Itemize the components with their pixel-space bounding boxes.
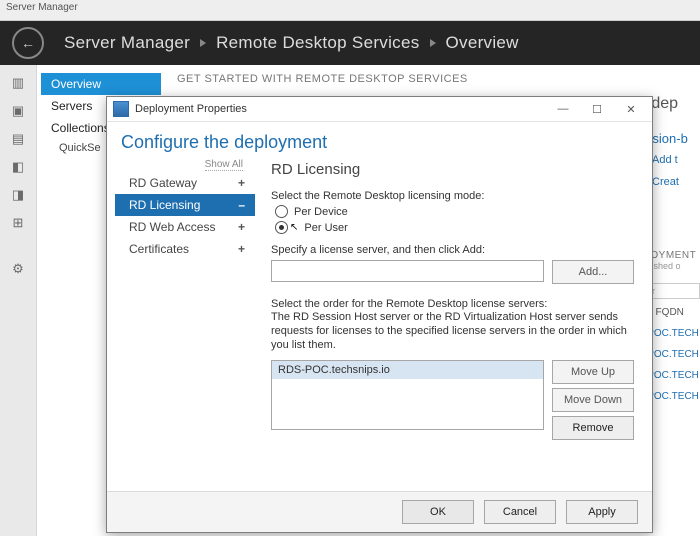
apply-button[interactable]: Apply — [566, 500, 638, 524]
settings-icon[interactable]: ⚙ — [12, 261, 24, 277]
window-titlebar: Server Manager — [0, 0, 700, 21]
dialog-icon — [113, 101, 129, 117]
order-label: Select the order for the Remote Desktop … — [271, 298, 634, 310]
license-server-list[interactable]: RDS-POC.techsnips.io — [271, 360, 544, 430]
sidebar-item-rd-licensing[interactable]: RD Licensing– — [115, 194, 255, 216]
remove-button[interactable]: Remove — [552, 416, 634, 440]
move-down-button[interactable]: Move Down — [552, 388, 634, 412]
license-server-input[interactable] — [271, 260, 544, 282]
breadcrumb[interactable]: Server ManagerRemote Desktop ServicesOve… — [64, 33, 519, 53]
back-button[interactable]: ← — [12, 27, 44, 59]
radio-icon — [275, 221, 288, 234]
cancel-button[interactable]: Cancel — [484, 500, 556, 524]
dashboard-icon[interactable]: ▥ — [12, 75, 24, 91]
radio-per-device[interactable]: Per Device — [275, 205, 634, 218]
licensing-mode-label: Select the Remote Desktop licensing mode… — [271, 190, 634, 202]
maximize-button[interactable]: ☐ — [580, 99, 614, 119]
expand-icon: + — [238, 176, 245, 190]
all-servers-icon[interactable]: ▤ — [12, 131, 24, 147]
role-icon[interactable]: ◧ — [12, 159, 24, 175]
local-server-icon[interactable]: ▣ — [12, 103, 24, 119]
dialog-title: Deployment Properties — [135, 103, 546, 115]
section-title: RD Licensing — [271, 161, 634, 178]
get-started-heading: GET STARTED WITH REMOTE DESKTOP SERVICES — [177, 73, 618, 85]
sidebar-item-rd-gateway[interactable]: RD Gateway+ — [115, 172, 255, 194]
move-up-button[interactable]: Move Up — [552, 360, 634, 384]
expand-icon: + — [238, 242, 245, 256]
dialog-titlebar[interactable]: Deployment Properties — ☐ ✕ — [107, 97, 652, 122]
radio-icon — [275, 205, 288, 218]
dialog-heading: Configure the deployment — [121, 132, 638, 153]
rds-icon[interactable]: ⊞ — [13, 215, 24, 231]
breadcrumb-bar: ← Server ManagerRemote Desktop ServicesO… — [0, 21, 700, 65]
minimize-button[interactable]: — — [546, 99, 580, 119]
expand-icon: + — [238, 220, 245, 234]
add-button[interactable]: Add... — [552, 260, 634, 284]
role-icon[interactable]: ◨ — [12, 187, 24, 203]
ok-button[interactable]: OK — [402, 500, 474, 524]
rd-licensing-panel: RD Licensing Select the Remote Desktop l… — [255, 159, 652, 479]
sidebar-item-rd-web-access[interactable]: RD Web Access+ — [115, 216, 255, 238]
dialog-footer: OK Cancel Apply — [107, 491, 652, 532]
collapse-icon: – — [238, 198, 245, 212]
dialog-sidebar: Show All RD Gateway+ RD Licensing– RD We… — [107, 159, 255, 479]
deployment-properties-dialog: Deployment Properties — ☐ ✕ Configure th… — [106, 96, 653, 533]
close-button[interactable]: ✕ — [614, 99, 648, 119]
nav-overview[interactable]: Overview — [41, 73, 161, 95]
window-title: Server Manager — [6, 2, 78, 13]
specify-server-label: Specify a license server, and then click… — [271, 244, 634, 256]
cursor-icon: ↖ — [290, 222, 298, 233]
order-help: The RD Session Host server or the RD Vir… — [271, 311, 634, 352]
radio-per-user[interactable]: ↖ Per User — [275, 221, 634, 234]
list-item[interactable]: RDS-POC.techsnips.io — [272, 361, 543, 379]
server-manager-iconbar: ▥ ▣ ▤ ◧ ◨ ⊞ ⚙ — [0, 65, 37, 536]
sidebar-item-certificates[interactable]: Certificates+ — [115, 238, 255, 260]
show-all-link[interactable]: Show All — [115, 159, 255, 170]
